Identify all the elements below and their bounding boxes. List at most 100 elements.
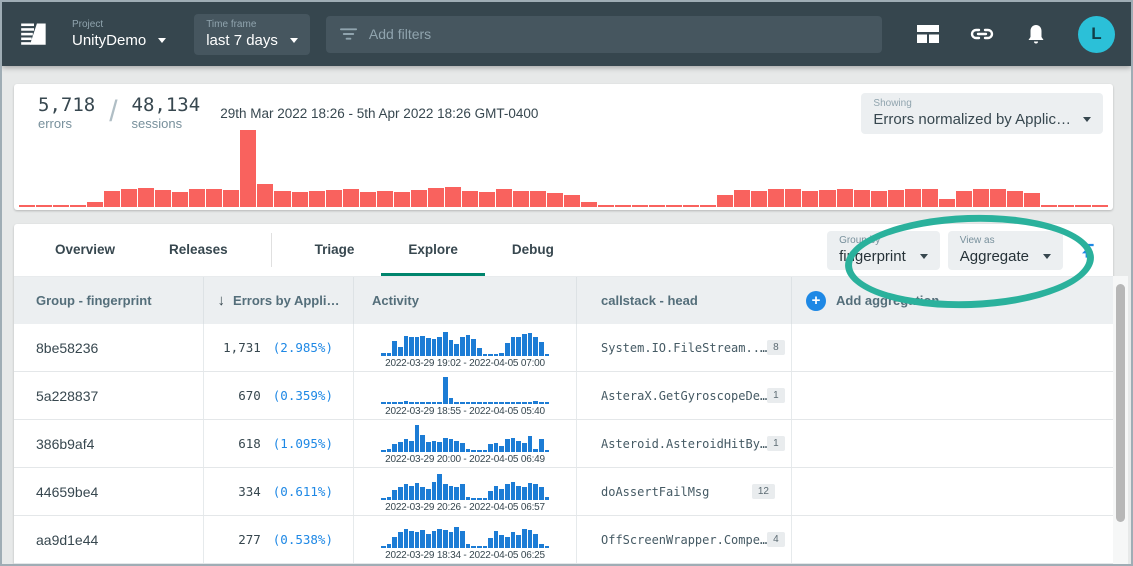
histogram-bar — [871, 191, 887, 207]
backtrace-logo-icon — [20, 20, 48, 48]
sparkline-bar — [483, 402, 488, 404]
sparkline-bar — [528, 436, 533, 452]
histogram-bar — [785, 189, 801, 207]
histogram-bar — [888, 190, 904, 207]
table-row[interactable]: 44659be4 334 (0.611%) 2022-03-29 20:26 -… — [14, 468, 1113, 516]
tab-releases[interactable]: Releases — [142, 224, 255, 276]
histogram-bar — [1075, 205, 1091, 207]
table-row[interactable]: 8be58236 1,731 (2.985%) 2022-03-29 19:02… — [14, 324, 1113, 372]
link-icon[interactable] — [970, 22, 994, 46]
tab-debug[interactable]: Debug — [485, 224, 581, 276]
sparkline-bar — [398, 347, 403, 356]
sparkline-bar — [505, 402, 510, 404]
user-avatar[interactable]: L — [1078, 16, 1115, 53]
errors-count: 1,731 — [223, 340, 261, 355]
table-row[interactable]: aa9d1e44 277 (0.538%) 2022-03-29 18:34 -… — [14, 516, 1113, 564]
sparkline-bar — [449, 439, 454, 452]
sparkline-bar — [545, 402, 550, 404]
sparkline-bar — [488, 444, 493, 452]
callstack-head-text: System.IO.FileStream..… — [601, 341, 767, 355]
sparkline-bar — [460, 531, 465, 548]
fingerprint-link[interactable]: 44659be4 — [36, 484, 98, 500]
sparkline-bar — [381, 498, 386, 500]
errors-count: 334 — [238, 484, 261, 499]
sparkline-bar — [516, 486, 521, 500]
sparkline-bar — [483, 450, 488, 452]
column-header-activity[interactable]: Activity — [354, 277, 577, 324]
top-bar: Project UnityDemo Time frame last 7 days — [2, 2, 1131, 66]
histogram-bar — [513, 191, 529, 207]
column-header-callstack-head[interactable]: callstack - head — [577, 277, 792, 324]
sparkline-bar — [404, 484, 409, 500]
chevron-down-icon — [158, 38, 166, 43]
group-by-dropdown[interactable]: Group by fingerprint — [827, 231, 940, 270]
sparkline-bar — [545, 450, 550, 452]
project-dropdown[interactable]: Project UnityDemo — [60, 14, 178, 55]
histogram-bar — [445, 187, 461, 207]
sparkline-bar — [522, 334, 527, 356]
sparkline-bar — [443, 530, 448, 548]
table-row[interactable]: 386b9af4 618 (1.095%) 2022-03-29 20:00 -… — [14, 420, 1113, 468]
dashboard-icon[interactable] — [916, 22, 940, 46]
sparkline-bar — [505, 439, 510, 452]
table-row[interactable]: 5a228837 670 (0.359%) 2022-03-29 18:55 -… — [14, 372, 1113, 420]
tab-explore[interactable]: Explore — [381, 224, 485, 276]
fingerprint-link[interactable]: 5a228837 — [36, 388, 98, 404]
notifications-bell-icon[interactable] — [1024, 22, 1048, 46]
filters-search-box[interactable] — [326, 16, 882, 53]
errors-histogram[interactable] — [19, 130, 1108, 207]
sparkline-bar — [505, 343, 510, 357]
sparkline-bar — [398, 532, 403, 548]
collapse-chart-icon[interactable] — [1075, 238, 1099, 262]
sparkline-bar — [454, 402, 459, 404]
timeframe-dropdown[interactable]: Time frame last 7 days — [194, 14, 310, 55]
histogram-bar — [1058, 205, 1074, 207]
sparkline-bar — [522, 443, 527, 452]
sparkline-bar — [528, 333, 533, 356]
sparkline-bar — [545, 354, 550, 356]
callstack-count-badge: 1 — [767, 388, 785, 403]
column-header-errors[interactable]: ↓ Errors by Appli… — [204, 277, 354, 324]
tab-overview[interactable]: Overview — [28, 224, 142, 276]
sparkline-bar — [499, 353, 504, 356]
sparkline-bar — [528, 483, 533, 500]
tab-triage[interactable]: Triage — [288, 224, 382, 276]
histogram-bar — [206, 189, 222, 207]
errors-cell: 618 (1.095%) — [204, 420, 354, 467]
fingerprint-link[interactable]: 8be58236 — [36, 340, 98, 356]
activity-date-range: 2022-03-29 20:00 - 2022-04-05 06:49 — [385, 454, 545, 465]
sparkline-bar — [511, 337, 516, 356]
sparkline-bar — [505, 537, 510, 548]
sessions-count: 48,134 — [132, 95, 201, 116]
errors-count: 670 — [238, 388, 261, 403]
column-header-group-fingerprint[interactable]: Group - fingerprint — [14, 277, 204, 324]
sparkline-bar — [415, 532, 420, 548]
plus-icon: + — [806, 291, 826, 311]
errors-percent: (1.095%) — [273, 436, 333, 451]
sparkline-bar — [426, 402, 431, 404]
sparkline-bar — [381, 450, 386, 452]
histogram-bar — [1041, 205, 1057, 207]
filters-input[interactable] — [369, 26, 868, 42]
fingerprint-link[interactable]: aa9d1e44 — [36, 532, 98, 548]
sparkline-bar — [381, 353, 386, 356]
scrollbar-thumb[interactable] — [1116, 284, 1125, 522]
sparkline-bar — [505, 484, 510, 500]
callstack-head-text: AsteraX.GetGyroscopeDe… — [601, 389, 767, 403]
add-aggregation-button[interactable]: + Add aggregation — [792, 277, 1113, 324]
sparkline-bar — [392, 444, 397, 452]
sparkline-bar — [477, 402, 482, 404]
fingerprint-link[interactable]: 386b9af4 — [36, 436, 94, 452]
sparkline-bar — [454, 344, 459, 356]
group-by-label: Group by — [839, 235, 928, 247]
showing-dropdown[interactable]: Showing Errors normalized by Applic… — [861, 93, 1103, 134]
sparkline-bar — [443, 484, 448, 500]
histogram-bar — [343, 189, 359, 207]
histogram-bar — [274, 191, 290, 207]
sparkline-bar — [533, 534, 538, 548]
sort-desc-icon: ↓ — [218, 292, 226, 309]
errors-cell: 277 (0.538%) — [204, 516, 354, 563]
view-as-dropdown[interactable]: View as Aggregate — [948, 231, 1063, 270]
sparkline-bar — [432, 339, 437, 356]
sparkline-bar — [415, 483, 420, 500]
